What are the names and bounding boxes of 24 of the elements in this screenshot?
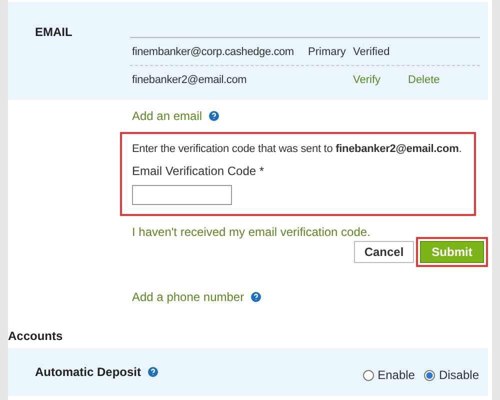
submit-button[interactable]: Submit — [420, 241, 484, 263]
help-icon[interactable] — [148, 367, 158, 377]
instruction-text: Enter the verification code that was sent to finebanker2@email.com. — [132, 143, 462, 155]
email-address: finebanker2@email.com — [131, 74, 248, 86]
email-address: finembanker@corp.cashedge.com — [131, 46, 295, 58]
cancel-button[interactable]: Cancel — [354, 241, 414, 263]
action-link[interactable]: Verify — [353, 74, 408, 86]
code-input-field[interactable] — [132, 185, 232, 205]
radio-button[interactable] — [424, 370, 435, 380]
help-icon[interactable] — [251, 292, 262, 302]
section-heading: EMAIL — [35, 25, 74, 41]
action-link[interactable]: Delete — [408, 74, 463, 86]
setting-label: Automatic Deposit — [35, 365, 142, 379]
add-phone-link[interactable]: Add a phone number — [132, 290, 244, 304]
radio-label: Disable — [438, 368, 479, 382]
section-heading: Accounts — [8, 329, 64, 343]
resend-link[interactable]: I haven't received my email verification code. — [132, 225, 370, 239]
field-label: Email Verification Code * — [132, 164, 266, 178]
help-icon[interactable] — [209, 111, 220, 121]
add-email-link[interactable]: Add an email — [132, 109, 202, 123]
radio-label: Enable — [378, 368, 415, 382]
primary-label: Primary — [308, 46, 347, 58]
radio-button[interactable] — [362, 370, 374, 380]
status-text: Verified — [353, 46, 391, 58]
